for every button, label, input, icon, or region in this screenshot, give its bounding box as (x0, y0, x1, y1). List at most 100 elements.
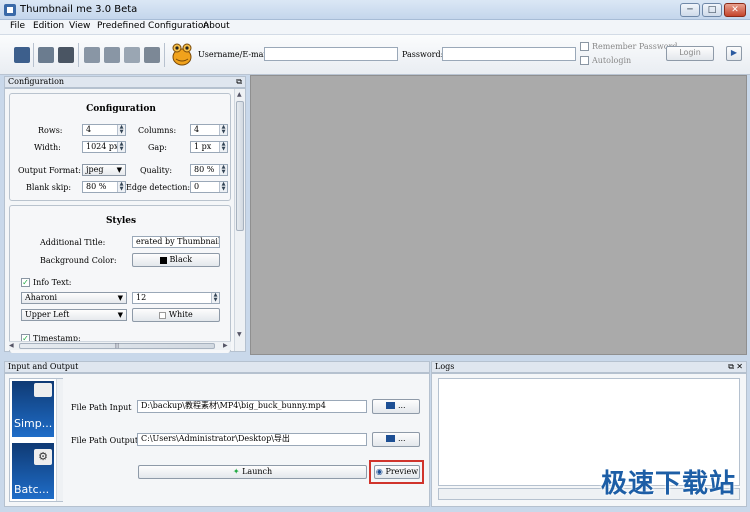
width-spinbox[interactable]: 1024 px ▲ ▼ (82, 141, 126, 153)
columns-value: 4 (194, 125, 200, 134)
menu-edition[interactable]: Edition (33, 21, 64, 31)
configuration-section-title: Configuration (86, 104, 156, 114)
font-select[interactable]: Aharoni ▼ (21, 292, 127, 304)
autologin-checkbox[interactable] (580, 56, 589, 65)
spin-arrows-icon[interactable]: ▲ ▼ (117, 125, 125, 135)
font-value: Aharoni (25, 293, 58, 302)
info-text-label: Info Text: (33, 278, 72, 287)
text-position-select[interactable]: Upper Left ▼ (21, 309, 127, 321)
edge-detection-value: 0 (194, 182, 200, 191)
output-format-value: jpeg (86, 165, 104, 174)
menu-predefined-configuration[interactable]: Predefined Configuration (97, 21, 209, 31)
quality-spinbox[interactable]: 80 % ▲ ▼ (190, 164, 228, 176)
zoom-in-icon[interactable] (84, 47, 100, 63)
app-icon (4, 4, 16, 16)
rows-label: Rows: (38, 126, 63, 135)
output-format-select[interactable]: jpeg ▼ (82, 164, 126, 176)
folder-icon (386, 402, 396, 409)
menu-bar: File Edition View Predefined Configurati… (0, 20, 750, 35)
chevron-down-icon: ▼ (117, 294, 123, 302)
additional-title-input[interactable]: erated by Thumbnail me (132, 236, 220, 248)
spin-arrows-icon[interactable]: ▲ ▼ (219, 165, 227, 175)
camera-icon (34, 383, 52, 397)
launch-button[interactable]: ✦ Launch (138, 465, 367, 479)
styles-section-title: Styles (105, 216, 137, 226)
zoom-out-icon[interactable] (104, 47, 120, 63)
gap-label: Gap: (148, 143, 167, 152)
scroll-left-icon[interactable]: ◀ (9, 342, 14, 349)
spin-arrows-icon[interactable]: ▲ ▼ (219, 125, 227, 135)
background-color-button[interactable]: Black (132, 253, 220, 267)
browse-output-button[interactable]: ... (372, 432, 420, 447)
document-icon[interactable] (124, 47, 140, 63)
configuration-panel: Configuration Rows: 4 ▲ ▼ Columns: 4 ▲ ▼ Wid… (4, 88, 246, 353)
menu-about[interactable]: About (203, 21, 230, 31)
toolbar-expand-arrow-icon[interactable]: ▶ (726, 46, 742, 61)
scroll-right-icon[interactable]: ▶ (223, 342, 228, 349)
text-color-button[interactable]: White (132, 308, 220, 322)
spin-arrows-icon[interactable]: ▲ ▼ (211, 293, 219, 303)
minimize-button[interactable]: ─ (680, 3, 700, 17)
input-output-panel: Simp... ⚙ Batc... File Path Input D:\bac… (4, 373, 430, 507)
open-file-icon[interactable] (14, 47, 30, 63)
mode-item-label: Batc... (14, 483, 50, 496)
remember-password-checkbox[interactable] (580, 42, 589, 51)
color-swatch (159, 311, 167, 319)
preview-button[interactable]: ◉ Preview (374, 465, 420, 479)
spin-arrows-icon[interactable]: ▲ ▼ (117, 142, 125, 152)
font-size-spinbox[interactable]: 12 ▲ ▼ (132, 292, 220, 304)
configuration-scrollbar[interactable]: ▲ ▼ (234, 89, 245, 351)
input-output-panel-header: Input and Output (4, 361, 430, 373)
blank-skip-spinbox[interactable]: 80 % ▲ ▼ (82, 181, 126, 193)
rows-value: 4 (86, 125, 92, 134)
scroll-up-icon[interactable]: ▲ (237, 91, 242, 98)
remember-password-label: Remember Password (592, 42, 678, 51)
logs-panel-title: Logs (435, 362, 455, 371)
panel-float-icon[interactable]: ⧉ (236, 77, 242, 87)
file-path-input-field[interactable]: D:\backup\教程素材\MP4\big_buck_bunny.mp4 (137, 400, 367, 413)
file-path-input-label: File Path Input (71, 403, 132, 412)
gap-value: 1 px (194, 142, 212, 151)
logs-panel-header: Logs ⧉ ✕ (431, 361, 747, 373)
login-button[interactable]: Login (666, 46, 714, 61)
lock-icon[interactable] (144, 47, 160, 63)
edge-detection-spinbox[interactable]: 0 ▲ ▼ (190, 181, 228, 193)
mode-list-scrollbar[interactable] (56, 379, 63, 501)
launch-label: Launch (242, 467, 273, 476)
window-title: Thumbnail me 3.0 Beta (20, 4, 138, 15)
username-input[interactable] (264, 47, 398, 61)
launch-icon: ✦ (232, 467, 240, 476)
width-label: Width: (34, 143, 61, 152)
scrollbar-thumb[interactable] (236, 101, 244, 231)
gap-spinbox[interactable]: 1 px ▲ ▼ (190, 141, 228, 153)
spin-arrows-icon[interactable]: ▲ ▼ (219, 182, 227, 192)
close-button[interactable]: ✕ (724, 3, 746, 17)
mode-item-simple[interactable]: Simp... (12, 381, 54, 437)
mode-item-batch[interactable]: ⚙ Batc... (12, 443, 54, 499)
info-text-checkbox[interactable]: ✓ (21, 278, 30, 287)
configuration-hscrollbar[interactable]: ◀ ||| ▶ (9, 341, 231, 350)
menu-file[interactable]: File (10, 21, 25, 31)
mode-list: Simp... ⚙ Batc... (9, 378, 63, 502)
maximize-button[interactable]: □ (702, 3, 722, 17)
rows-spinbox[interactable]: 4 ▲ ▼ (82, 124, 126, 136)
password-input[interactable] (442, 47, 576, 61)
save-icon[interactable] (38, 47, 54, 63)
file-path-output-field[interactable]: C:\Users\Administrator\Desktop\导出 (137, 433, 367, 446)
hscrollbar-thumb[interactable]: ||| (19, 343, 215, 349)
panel-float-icon[interactable]: ⧉ (728, 362, 734, 372)
output-format-label: Output Format: (18, 166, 81, 175)
print-icon[interactable] (58, 47, 74, 63)
toolbar-separator (33, 43, 34, 67)
scroll-down-icon[interactable]: ▼ (237, 331, 242, 338)
menu-view[interactable]: View (69, 21, 90, 31)
panel-close-icon[interactable]: ✕ (736, 362, 743, 372)
gear-icon: ⚙ (34, 449, 52, 465)
spin-arrows-icon[interactable]: ▲ ▼ (117, 182, 125, 192)
columns-label: Columns: (138, 126, 177, 135)
configuration-panel-header: Configuration ⧉ (4, 76, 246, 88)
eye-icon: ◉ (375, 467, 383, 476)
spin-arrows-icon[interactable]: ▲ ▼ (219, 142, 227, 152)
browse-input-button[interactable]: ... (372, 399, 420, 414)
columns-spinbox[interactable]: 4 ▲ ▼ (190, 124, 228, 136)
